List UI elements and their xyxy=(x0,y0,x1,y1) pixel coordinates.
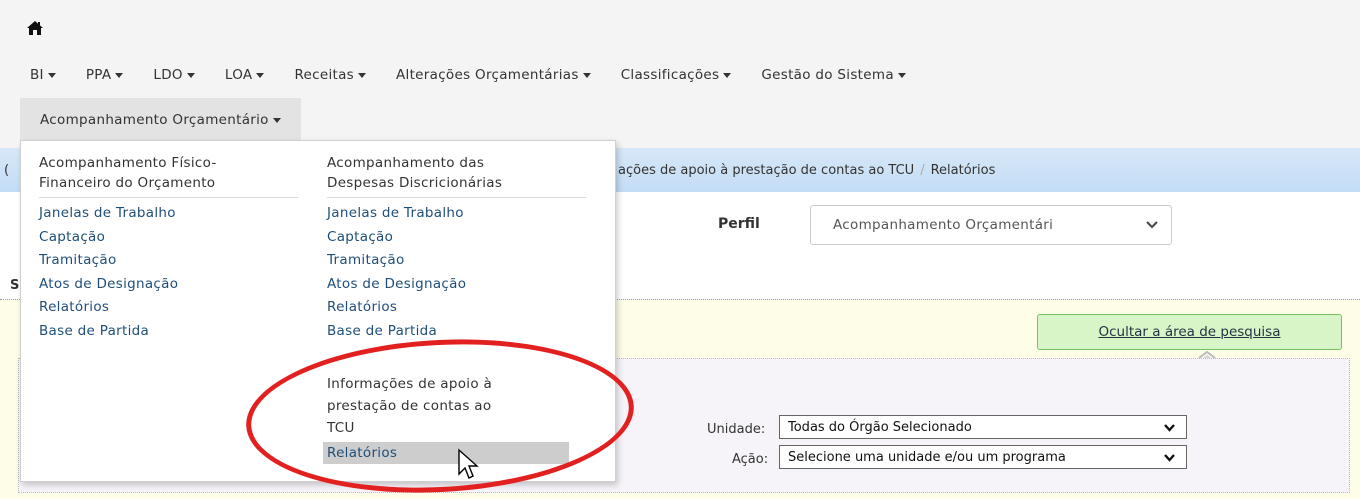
menu-ppa[interactable]: PPA xyxy=(86,67,124,83)
menu-column-fisico-financeiro: Acompanhamento Físico- Financeiro do Orç… xyxy=(39,153,299,343)
menu-heading: Acompanhamento das Despesas Discricionár… xyxy=(327,153,587,198)
menu-link-tramitacao[interactable]: Tramitação xyxy=(327,249,587,273)
caret-down-icon xyxy=(115,72,124,78)
menu-acompanhamento[interactable]: Acompanhamento Orçamentário xyxy=(20,98,301,142)
caret-down-icon xyxy=(186,72,195,78)
unidade-label: Unidade: xyxy=(707,422,766,437)
search-panel-edge xyxy=(1350,358,1360,493)
menu-receitas[interactable]: Receitas xyxy=(294,67,366,83)
main-menu: BI PPA LDO LOA Receitas Alterações Orçam… xyxy=(30,60,936,90)
unidade-select[interactable]: Todas do Órgão Selecionado xyxy=(779,415,1187,439)
caret-down-icon xyxy=(47,72,56,78)
breadcrumb-current: Relatórios xyxy=(930,163,996,178)
menu-link-base-partida[interactable]: Base de Partida xyxy=(327,320,587,344)
caret-down-icon xyxy=(256,72,265,78)
menu-heading: Acompanhamento Físico- Financeiro do Orç… xyxy=(39,153,299,198)
menu-link-base-partida[interactable]: Base de Partida xyxy=(39,320,299,344)
perfil-label: Perfil xyxy=(718,216,760,232)
breadcrumb-start: ( xyxy=(4,163,10,178)
menu-link-captacao[interactable]: Captação xyxy=(39,226,299,250)
dropdown-menu: Acompanhamento Físico- Financeiro do Orç… xyxy=(20,140,616,482)
perfil-select[interactable]: Acompanhamento Orçamentári xyxy=(810,205,1172,245)
menu-column-despesas: Acompanhamento das Despesas Discricionár… xyxy=(327,153,587,343)
breadcrumb-item[interactable]: ações de apoio à prestação de contas ao … xyxy=(618,163,914,178)
menu-link-janelas[interactable]: Janelas de Trabalho xyxy=(39,202,299,226)
chevron-down-icon xyxy=(1146,221,1158,229)
menu-alteracoes[interactable]: Alterações Orçamentárias xyxy=(396,67,591,83)
menu-bi[interactable]: BI xyxy=(30,67,56,83)
acao-select[interactable]: Selecione uma unidade e/ou um programa xyxy=(779,445,1187,469)
caret-down-icon xyxy=(582,72,591,78)
caret-down-icon xyxy=(358,72,366,78)
menu-link-janelas[interactable]: Janelas de Trabalho xyxy=(327,202,587,226)
caret-down-icon xyxy=(272,117,281,123)
menu-classificacoes[interactable]: Classificações xyxy=(621,67,732,83)
menu-link-atos[interactable]: Atos de Designação xyxy=(39,273,299,297)
caret-down-icon xyxy=(723,72,732,78)
mouse-cursor-icon xyxy=(458,448,479,479)
menu-link-relatorios[interactable]: Relatórios xyxy=(327,296,587,320)
menu-link-atos[interactable]: Atos de Designação xyxy=(327,273,587,297)
menu-link-captacao[interactable]: Captação xyxy=(327,226,587,250)
menu-link-relatorios-tcu[interactable]: Relatórios xyxy=(323,442,569,464)
menu-loa[interactable]: LOA xyxy=(225,67,265,83)
acao-label: Ação: xyxy=(732,452,769,467)
caret-down-icon xyxy=(897,72,906,78)
top-navbar: BI PPA LDO LOA Receitas Alterações Orçam… xyxy=(0,0,1360,150)
menu-link-tramitacao[interactable]: Tramitação xyxy=(39,249,299,273)
chevron-down-icon xyxy=(1164,424,1175,432)
chevron-down-icon xyxy=(1164,454,1175,462)
menu-ldo[interactable]: LDO xyxy=(153,67,195,83)
menu-link-relatorios[interactable]: Relatórios xyxy=(39,296,299,320)
menu-heading-tcu: Informações de apoio à prestação de cont… xyxy=(327,376,493,436)
hide-search-button[interactable]: Ocultar a área de pesquisa xyxy=(1037,314,1342,350)
menu-gestao[interactable]: Gestão do Sistema xyxy=(761,67,906,83)
home-icon[interactable] xyxy=(26,20,44,36)
